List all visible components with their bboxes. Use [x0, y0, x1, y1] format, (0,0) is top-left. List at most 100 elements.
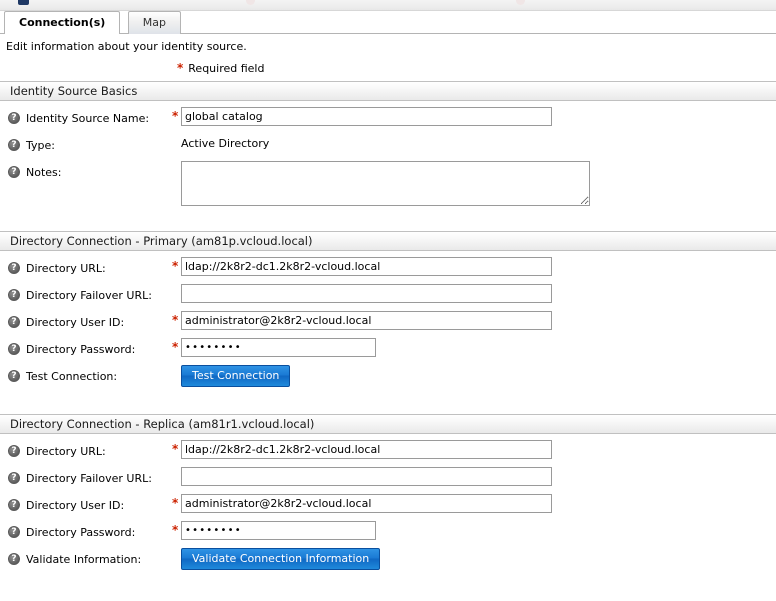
page-description: Edit information about your identity sou… — [0, 34, 776, 53]
help-icon[interactable]: ? — [8, 499, 20, 511]
help-icon[interactable]: ? — [8, 526, 20, 538]
help-icon[interactable]: ? — [8, 553, 20, 565]
required-field-legend-text: Required field — [188, 62, 264, 75]
required-marker — [172, 548, 181, 550]
text-input[interactable] — [181, 284, 552, 303]
form-sections: Identity Source Basics? Identity Source N… — [0, 81, 776, 581]
form-row: ? Directory URL: * — [0, 257, 776, 284]
text-input[interactable] — [181, 311, 552, 330]
section-header: Identity Source Basics — [0, 81, 776, 101]
help-icon[interactable]: ? — [8, 445, 20, 457]
text-input[interactable] — [181, 467, 552, 486]
text-input[interactable] — [181, 257, 552, 276]
help-icon[interactable]: ? — [8, 316, 20, 328]
form-row-field — [181, 467, 776, 486]
required-marker: * — [172, 440, 181, 456]
field-label: Validate Information: — [26, 553, 141, 566]
help-icon[interactable]: ? — [8, 370, 20, 382]
form-row-label: ? Identity Source Name: — [0, 107, 172, 129]
help-icon[interactable]: ? — [8, 166, 20, 178]
tab-connections[interactable]: Connection(s) — [4, 11, 120, 34]
form-row-label: ? Directory Password: — [0, 338, 172, 360]
help-icon[interactable]: ? — [8, 289, 20, 301]
field-label: Directory Failover URL: — [26, 289, 152, 302]
required-marker — [172, 467, 181, 469]
required-marker — [172, 365, 181, 367]
required-marker — [172, 134, 181, 136]
toolbar-ghost-icon-1 — [246, 0, 255, 5]
field-label: Directory URL: — [26, 445, 106, 458]
required-marker — [172, 161, 181, 163]
form-row: ? Directory User ID: * — [0, 311, 776, 338]
field-label: Directory Failover URL: — [26, 472, 152, 485]
form-row: ? Directory Failover URL: — [0, 284, 776, 311]
form-row-label: ? Test Connection: — [0, 365, 172, 387]
field-label: Identity Source Name: — [26, 112, 149, 125]
form-row-label: ? Directory Failover URL: — [0, 284, 172, 306]
form-row: ?Notes: — [0, 161, 776, 209]
form-row-field: Test Connection — [181, 365, 776, 387]
field-label: Directory URL: — [26, 262, 106, 275]
form-row-field — [181, 440, 776, 459]
section-body: ? Directory URL: *? Directory Failover URL:… — [0, 434, 776, 581]
form-row: ? Test Connection: Test Connection — [0, 365, 776, 392]
required-marker: * — [172, 107, 181, 123]
form-row-field — [181, 107, 776, 126]
top-toolbar-strip — [0, 0, 776, 11]
form-row-field — [181, 161, 776, 209]
field-label: Directory Password: — [26, 526, 135, 539]
form-row-label: ? Directory User ID: — [0, 311, 172, 333]
help-icon[interactable]: ? — [8, 262, 20, 274]
form-row-field — [181, 311, 776, 330]
text-input[interactable] — [181, 494, 552, 513]
help-icon[interactable]: ? — [8, 472, 20, 484]
password-input[interactable] — [181, 338, 376, 357]
form-row: ? Directory User ID: * — [0, 494, 776, 521]
field-label: Type: — [26, 139, 55, 152]
form-row: ? Directory Failover URL: — [0, 467, 776, 494]
form-row-field: Active Directory — [181, 134, 776, 154]
required-marker: * — [172, 257, 181, 273]
form-row-label: ? Directory URL: — [0, 257, 172, 279]
form-row: ? Type: Active Directory — [0, 134, 776, 161]
help-icon[interactable]: ? — [8, 139, 20, 151]
form-row: ? Validate Information: Validate Connectio… — [0, 548, 776, 575]
form-row-field — [181, 257, 776, 276]
form-row-label: ? Validate Information: — [0, 548, 172, 570]
form-row: ? Directory Password: * — [0, 521, 776, 548]
form-row-label: ? Directory URL: — [0, 440, 172, 462]
required-field-legend: *Required field — [0, 61, 776, 75]
field-label: Directory User ID: — [26, 499, 124, 512]
text-input[interactable] — [181, 440, 552, 459]
form-row-label: ?Notes: — [0, 161, 172, 183]
section-spacer — [0, 398, 776, 414]
field-label: Test Connection: — [26, 370, 117, 383]
form-row-field — [181, 494, 776, 513]
required-marker: * — [172, 521, 181, 537]
field-label: Directory User ID: — [26, 316, 124, 329]
help-icon[interactable]: ? — [8, 343, 20, 355]
form-row-label: ? Directory Failover URL: — [0, 467, 172, 489]
form-row-label: ? Directory User ID: — [0, 494, 172, 516]
text-input[interactable] — [181, 107, 552, 126]
required-marker: * — [172, 494, 181, 510]
action-button[interactable]: Validate Connection Information — [181, 548, 380, 570]
section-body: ? Identity Source Name: *? Type: Active Dire… — [0, 101, 776, 215]
section-header: Directory Connection - Replica (am81r1.v… — [0, 414, 776, 434]
toolbar-ghost-icon-2 — [516, 0, 525, 5]
form-row: ? Identity Source Name: * — [0, 107, 776, 134]
static-value: Active Directory — [181, 134, 776, 154]
section-header: Directory Connection - Primary (am81p.vc… — [0, 231, 776, 251]
app-icon — [18, 0, 29, 5]
tab-map[interactable]: Map — [128, 11, 181, 34]
form-row: ?Directory Password:* — [0, 338, 776, 365]
form-row-field — [181, 521, 776, 540]
form-row-field: Validate Connection Information — [181, 548, 776, 570]
action-button[interactable]: Test Connection — [181, 365, 290, 387]
form-row-label: ? Type: — [0, 134, 172, 156]
field-label: Directory Password: — [26, 343, 135, 356]
password-input[interactable] — [181, 521, 376, 540]
required-marker: * — [172, 311, 181, 327]
help-icon[interactable]: ? — [8, 112, 20, 124]
notes-textarea[interactable] — [181, 161, 590, 206]
